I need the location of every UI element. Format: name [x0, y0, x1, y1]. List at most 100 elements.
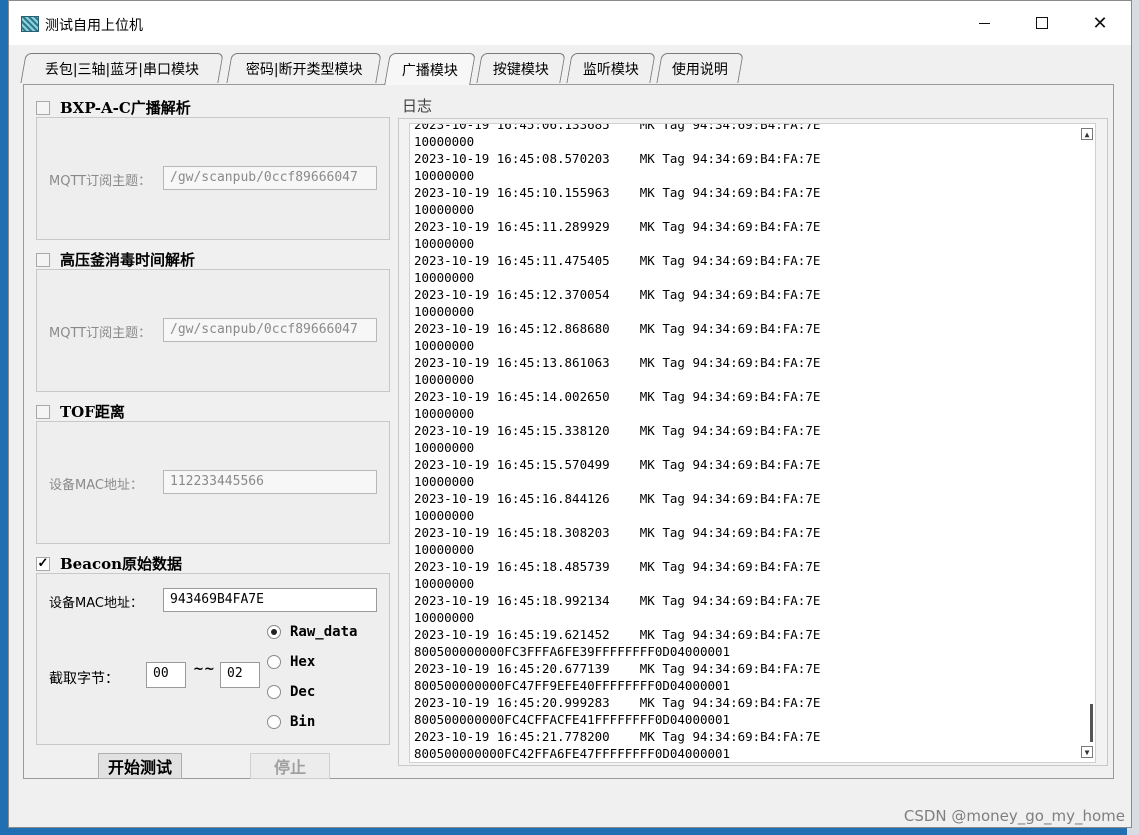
- radio-indicator[interactable]: [267, 685, 281, 699]
- log-line: 10000000: [414, 168, 475, 183]
- bxp-topic-label: MQTT订阅主题：: [49, 174, 152, 189]
- log-line: 2023-10-19 16:45:20.677139 MK Tag 94:34:…: [414, 661, 821, 676]
- watermark: CSDN @money_go_my_home: [903, 807, 1125, 825]
- log-lines: 2023-10-19 16:45:06.133685 MK Tag 94:34:…: [414, 123, 821, 762]
- log-line: 2023-10-19 16:45:20.999283 MK Tag 94:34:…: [414, 695, 821, 710]
- log-line: 10000000: [414, 440, 475, 455]
- tab-password[interactable]: 密码|断开类型模块: [226, 53, 382, 83]
- log-line: 800500000000FC42FFA6FE47FFFFFFFF0D040000…: [414, 746, 731, 761]
- log-line: 10000000: [414, 202, 475, 217]
- bxp-group-box: MQTT订阅主题： /gw/scanpub/0ccf89666047: [36, 117, 390, 240]
- log-textarea[interactable]: 2023-10-19 16:45:06.133685 MK Tag 94:34:…: [409, 123, 1096, 763]
- autoclave-topic-label: MQTT订阅主题：: [49, 326, 152, 341]
- log-line: 10000000: [414, 338, 475, 353]
- minimize-icon: [978, 22, 990, 24]
- log-line: 800500000000FC3FFFA6FE39FFFFFFFF0D040000…: [414, 644, 731, 659]
- stop-button[interactable]: 停止: [250, 753, 330, 779]
- maximize-button[interactable]: [1013, 1, 1071, 45]
- log-line: 10000000: [414, 134, 475, 149]
- log-line: 2023-10-19 16:45:10.155963 MK Tag 94:34:…: [414, 185, 821, 200]
- tof-label: TOF距离: [60, 403, 125, 421]
- close-icon: ✕: [1092, 12, 1108, 34]
- radio-indicator[interactable]: [267, 625, 281, 639]
- bxp-checkbox-row[interactable]: BXP-A-C广播解析: [36, 97, 191, 118]
- format-bin-radio[interactable]: Bin: [267, 714, 315, 730]
- bxp-checkbox[interactable]: [36, 100, 50, 115]
- scroll-thumb[interactable]: [1090, 704, 1093, 742]
- log-line: 10000000: [414, 542, 475, 557]
- autoclave-group-box: MQTT订阅主题： /gw/scanpub/0ccf89666047: [36, 269, 390, 392]
- log-scrollbar[interactable]: ▲ ▼: [1078, 124, 1095, 762]
- log-line: 2023-10-19 16:45:19.621452 MK Tag 94:34:…: [414, 627, 821, 642]
- minimize-button[interactable]: [955, 1, 1013, 45]
- log-line: 2023-10-19 16:45:14.002650 MK Tag 94:34:…: [414, 389, 821, 404]
- log-line: 2023-10-19 16:45:15.570499 MK Tag 94:34:…: [414, 457, 821, 472]
- start-test-button[interactable]: 开始测试: [98, 753, 182, 779]
- beacon-checkbox[interactable]: ✓: [36, 556, 50, 571]
- beacon-mac-label: 设备MAC地址：: [49, 596, 143, 611]
- log-line: 10000000: [414, 406, 475, 421]
- tab-packet-loss[interactable]: 丢包|三轴|蓝牙|串口模块: [20, 53, 224, 83]
- tof-group-box: 设备MAC地址： 112233445566: [36, 421, 390, 544]
- tof-mac-label: 设备MAC地址：: [49, 478, 143, 493]
- autoclave-label: 高压釜消毒时间解析: [60, 251, 196, 269]
- log-line: 10000000: [414, 474, 475, 489]
- app-window: 测试自用上位机 ✕ 丢包|三轴|蓝牙|串口模块 密码|断开类型模块 广播模块 按…: [8, 0, 1132, 828]
- maximize-icon: [1036, 17, 1048, 29]
- log-line: 2023-10-19 16:45:11.289929 MK Tag 94:34:…: [414, 219, 821, 234]
- byte-from-input[interactable]: 00: [146, 662, 186, 688]
- log-line: 2023-10-19 16:45:15.338120 MK Tag 94:34:…: [414, 423, 821, 438]
- log-line: 2023-10-19 16:45:11.475405 MK Tag 94:34:…: [414, 253, 821, 268]
- log-line: 10000000: [414, 304, 475, 319]
- log-line: 800500000000FC47FF9EFE40FFFFFFFF0D040000…: [414, 678, 731, 693]
- log-line: 2023-10-19 16:45:13.861063 MK Tag 94:34:…: [414, 355, 821, 370]
- beacon-mac-input[interactable]: 943469B4FA7E: [163, 588, 377, 612]
- log-line: 10000000: [414, 236, 475, 251]
- beacon-group-box: 设备MAC地址： 943469B4FA7E 截取字节： 00 ~~ 02 Raw…: [36, 573, 390, 745]
- log-line: 2023-10-19 16:45:12.868680 MK Tag 94:34:…: [414, 321, 821, 336]
- byte-range-separator: ~~: [193, 662, 215, 677]
- log-line: 2023-10-19 16:45:12.370054 MK Tag 94:34:…: [414, 287, 821, 302]
- close-button[interactable]: ✕: [1071, 1, 1129, 45]
- tab-keys[interactable]: 按键模块: [476, 53, 566, 83]
- scroll-down-icon[interactable]: ▼: [1081, 746, 1093, 758]
- format-dec-radio[interactable]: Dec: [267, 684, 315, 700]
- format-raw-radio[interactable]: Raw_data: [267, 624, 357, 640]
- log-line: 2023-10-19 16:45:08.570203 MK Tag 94:34:…: [414, 151, 821, 166]
- window-title: 测试自用上位机: [45, 18, 143, 34]
- byte-to-input[interactable]: 02: [220, 662, 260, 688]
- log-line: 2023-10-19 16:45:18.485739 MK Tag 94:34:…: [414, 559, 821, 574]
- autoclave-topic-input[interactable]: /gw/scanpub/0ccf89666047: [163, 318, 377, 342]
- log-line: 2023-10-19 16:45:06.133685 MK Tag 94:34:…: [414, 123, 821, 132]
- radio-indicator[interactable]: [267, 655, 281, 669]
- log-line: 2023-10-19 16:45:21.778200 MK Tag 94:34:…: [414, 729, 821, 744]
- title-bar: 测试自用上位机 ✕: [9, 1, 1131, 45]
- log-line: 2023-10-19 16:45:16.844126 MK Tag 94:34:…: [414, 491, 821, 506]
- log-frame: 2023-10-19 16:45:06.133685 MK Tag 94:34:…: [398, 118, 1108, 766]
- beacon-checkbox-row[interactable]: ✓ Beacon原始数据: [36, 553, 182, 574]
- bxp-topic-input[interactable]: /gw/scanpub/0ccf89666047: [163, 166, 377, 190]
- format-hex-radio[interactable]: Hex: [267, 654, 315, 670]
- log-line: 10000000: [414, 372, 475, 387]
- log-line: 10000000: [414, 508, 475, 523]
- log-line: 10000000: [414, 576, 475, 591]
- tof-checkbox-row[interactable]: TOF距离: [36, 401, 125, 422]
- tab-help[interactable]: 使用说明: [656, 53, 744, 83]
- broadcast-panel: BXP-A-C广播解析 MQTT订阅主题： /gw/scanpub/0ccf89…: [23, 84, 1114, 779]
- bxp-label: BXP-A-C广播解析: [60, 99, 191, 117]
- radio-indicator[interactable]: [267, 715, 281, 729]
- tab-monitor[interactable]: 监听模块: [566, 53, 656, 83]
- beacon-label: Beacon原始数据: [60, 555, 182, 573]
- tof-checkbox[interactable]: [36, 404, 50, 419]
- log-line: 800500000000FC4CFFACFE41FFFFFFFF0D040000…: [414, 712, 731, 727]
- autoclave-checkbox[interactable]: [36, 252, 50, 267]
- tab-broadcast[interactable]: 广播模块: [384, 53, 476, 85]
- tof-mac-input[interactable]: 112233445566: [163, 470, 377, 494]
- scroll-up-icon[interactable]: ▲: [1081, 128, 1093, 140]
- byte-range-label: 截取字节：: [49, 671, 119, 687]
- log-line: 2023-10-19 16:45:18.992134 MK Tag 94:34:…: [414, 593, 821, 608]
- autoclave-checkbox-row[interactable]: 高压釜消毒时间解析: [36, 249, 195, 270]
- log-line: 10000000: [414, 610, 475, 625]
- log-line: 10000000: [414, 270, 475, 285]
- app-icon: [21, 16, 39, 32]
